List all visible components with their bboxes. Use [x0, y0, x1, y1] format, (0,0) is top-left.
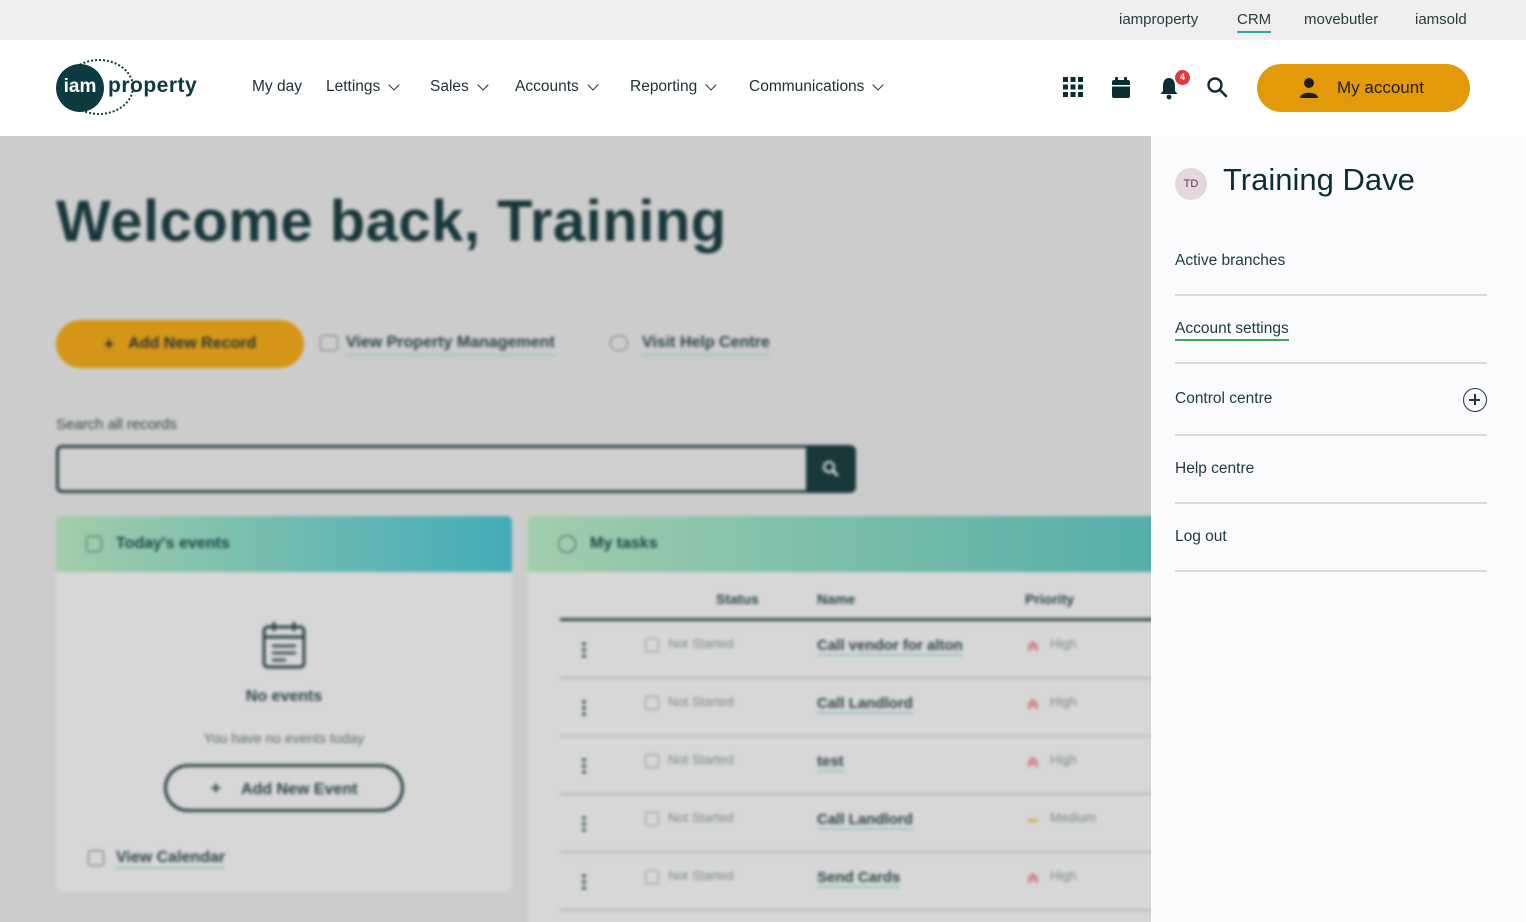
nav-item-reporting[interactable]: Reporting: [630, 78, 717, 96]
account-side-panel: TD Training Dave Active branches Account…: [1151, 136, 1526, 922]
apps-grid-icon[interactable]: [1062, 76, 1086, 100]
panel-item-control-centre[interactable]: Control centre: [1175, 388, 1487, 436]
topbar-link-crm[interactable]: CRM: [1237, 11, 1272, 33]
main-navigation: iam property My day Lettings Sales Accou…: [0, 40, 1526, 136]
nav-item-label: Lettings: [326, 78, 381, 95]
calendar-icon[interactable]: [1110, 76, 1134, 100]
nav-item-sales[interactable]: Sales: [430, 78, 489, 96]
panel-item-label: Log out: [1175, 528, 1227, 545]
avatar: TD: [1175, 168, 1207, 200]
nav-item-label: Communications: [749, 78, 865, 95]
notifications-bell-icon[interactable]: 4: [1158, 70, 1190, 100]
nav-item-accounts[interactable]: Accounts: [515, 78, 599, 96]
nav-item-label: Reporting: [630, 78, 698, 95]
panel-item-label: Account settings: [1175, 320, 1289, 341]
chevron-down-icon: [705, 78, 717, 91]
chevron-down-icon: [872, 78, 885, 91]
notifications-badge: 4: [1175, 70, 1190, 85]
chevron-down-icon: [388, 78, 400, 91]
topbar-link-movebutler[interactable]: movebutler: [1304, 11, 1378, 28]
logo-mark: iam: [56, 64, 104, 112]
nav-item-label: Accounts: [515, 78, 579, 95]
expand-plus-icon[interactable]: [1463, 388, 1487, 412]
user-icon: [1299, 77, 1319, 99]
my-account-label: My account: [1337, 78, 1424, 97]
panel-item-label: Active branches: [1175, 252, 1286, 269]
panel-item-account-settings[interactable]: Account settings: [1175, 320, 1487, 364]
nav-item-lettings[interactable]: Lettings: [326, 78, 400, 96]
nav-item-communications[interactable]: Communications: [749, 78, 885, 96]
nav-item-label: My day: [252, 78, 302, 95]
nav-item-label: Sales: [430, 78, 469, 95]
logo-word: property: [108, 74, 198, 97]
top-utility-bar: iamproperty CRM movebutler iamsold: [0, 0, 1526, 40]
search-icon[interactable]: [1206, 76, 1230, 100]
chevron-down-icon: [477, 78, 489, 91]
chevron-down-icon: [587, 78, 599, 91]
user-full-name: Training Dave: [1223, 162, 1415, 197]
panel-item-log-out[interactable]: Log out: [1175, 528, 1487, 572]
panel-item-label: Control centre: [1175, 390, 1273, 407]
panel-item-label: Help centre: [1175, 460, 1255, 477]
topbar-link-iamsold[interactable]: iamsold: [1415, 11, 1467, 28]
iamproperty-logo[interactable]: iam property: [56, 59, 206, 115]
topbar-link-iamproperty[interactable]: iamproperty: [1119, 11, 1198, 28]
panel-item-help-centre[interactable]: Help centre: [1175, 460, 1487, 504]
nav-item-my-day[interactable]: My day: [252, 78, 302, 96]
modal-backdrop[interactable]: [0, 136, 1151, 922]
dashboard-background: Welcome back, Training + Add New Record …: [0, 136, 1151, 922]
my-account-button[interactable]: My account: [1257, 64, 1470, 112]
panel-item-active-branches[interactable]: Active branches: [1175, 252, 1487, 296]
